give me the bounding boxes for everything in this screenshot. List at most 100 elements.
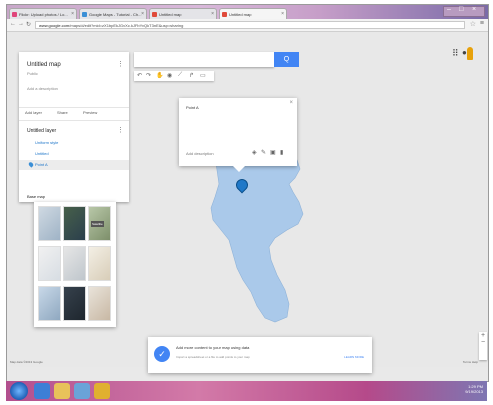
pegman-icon[interactable] — [467, 47, 473, 60]
address-bar: ← → ↻ www.google.com/maps/d/edit?mid=zX1… — [7, 19, 488, 32]
map-options-icon[interactable]: ⋮ — [117, 60, 124, 68]
map-attribution: Map data ©2013 Google — [10, 360, 43, 364]
undo-icon[interactable]: ↶ — [137, 72, 142, 79]
ie-icon[interactable] — [34, 383, 50, 399]
tab-strip: Flickr: Upload photos / Lo... × Google M… — [7, 5, 488, 19]
marker-tool-icon[interactable]: ◉ — [167, 72, 172, 79]
preview-button[interactable]: Preview — [83, 110, 97, 115]
tab-3-favicon — [152, 12, 157, 17]
feature-info-card: Point A × Add description ◈ ✎ ▣ ▮ — [179, 98, 297, 172]
tab-2-favicon — [82, 12, 87, 17]
tab-3-label: Untitled map — [159, 12, 182, 17]
layer-item-untitled[interactable]: Untitled — [19, 149, 129, 159]
forward-icon[interactable]: → — [18, 21, 24, 27]
media-icon[interactable] — [74, 383, 90, 399]
style-icon[interactable]: ◈ — [252, 149, 257, 156]
chrome-icon[interactable] — [94, 383, 110, 399]
browser-menu-icon[interactable]: ≡ — [480, 20, 484, 27]
close-window-icon[interactable]: × — [472, 6, 476, 13]
tab-3-close-icon[interactable]: × — [211, 9, 214, 19]
reload-icon[interactable]: ↻ — [26, 21, 31, 28]
hand-icon[interactable]: ✋ — [156, 72, 163, 79]
tab-4-favicon — [222, 12, 227, 17]
back-icon[interactable]: ← — [10, 21, 16, 27]
basemap-water[interactable] — [38, 286, 61, 321]
feature-description[interactable]: Add description — [186, 151, 214, 156]
pin-icon — [27, 161, 35, 168]
add-layer-button[interactable]: Add layer — [25, 110, 42, 115]
maximize-icon[interactable]: □ — [459, 6, 463, 13]
map-visibility: Public — [27, 71, 38, 76]
layer-style-link[interactable]: Uniform style — [19, 138, 129, 148]
tab-2[interactable]: Google Maps - Tutorial - Ch... × — [79, 8, 147, 19]
zoom-out-button[interactable]: − — [479, 339, 487, 346]
map-details-panel: Untitled map ⋮ Public Add a description … — [19, 52, 129, 202]
water-polygon — [210, 141, 304, 323]
start-button[interactable] — [10, 382, 28, 400]
map-canvas[interactable]: Untitled map ⋮ Public Add a description … — [7, 32, 488, 373]
notification-title: Add more content to your map using data — [176, 345, 250, 350]
search-button[interactable]: Q — [274, 52, 299, 67]
delete-icon[interactable]: ▮ — [280, 149, 283, 156]
basemap-simple[interactable] — [88, 246, 111, 281]
directions-icon[interactable]: ↱ — [189, 72, 194, 79]
tab-2-close-icon[interactable]: × — [141, 9, 144, 19]
layer-title[interactable]: Untitled layer — [27, 128, 56, 134]
window-controls: – □ × — [443, 6, 485, 17]
map-search-input[interactable] — [134, 52, 274, 67]
os-taskbar: 1:29 PM 9/19/2013 — [6, 381, 487, 401]
basemap-whitewater[interactable] — [88, 286, 111, 321]
drawing-toolbar: ↶ ↷ ✋ ◉ ⟋ ↱ ▭ — [134, 71, 214, 81]
explorer-icon[interactable] — [54, 383, 70, 399]
tab-4-close-icon[interactable]: × — [281, 9, 284, 19]
tab-3[interactable]: Untitled map × — [149, 8, 217, 19]
layer-item-label: Untitled — [35, 151, 49, 156]
search-icon: Q — [283, 56, 290, 63]
share-button[interactable]: Share — [57, 110, 68, 115]
edit-icon[interactable]: ✎ — [261, 149, 266, 156]
import-data-notification: ✓ Add more content to your map using dat… — [148, 337, 372, 373]
tab-1[interactable]: Flickr: Upload photos / Lo... × — [9, 8, 77, 19]
redo-icon[interactable]: ↷ — [146, 72, 151, 79]
basemap-label[interactable]: Base map — [27, 194, 45, 199]
system-tray[interactable]: 1:29 PM 9/19/2013 — [465, 384, 483, 394]
basemap-mono[interactable] — [63, 246, 86, 281]
layer-style-label: Uniform style — [35, 140, 59, 145]
basemap-light[interactable] — [38, 246, 61, 281]
ruler-icon[interactable]: ▭ — [200, 72, 206, 79]
basemap-satellite[interactable] — [63, 206, 86, 241]
basemap-terrain[interactable]: Satellite — [88, 206, 111, 241]
card-close-icon[interactable]: × — [289, 100, 293, 106]
basemap-thumb-label: Satellite — [91, 221, 104, 227]
apps-grid-icon[interactable]: ⠿ — [452, 48, 459, 59]
tab-2-label: Google Maps - Tutorial - Ch... — [89, 12, 142, 17]
url-path: /maps/d/edit?mid=zX1bpEkJGvXc.kJFbYvQkT3… — [69, 23, 184, 28]
basemap-picker: Satellite — [34, 202, 116, 327]
clock-date: 9/19/2013 — [465, 389, 483, 394]
zoom-in-button[interactable]: + — [479, 332, 487, 339]
map-description[interactable]: Add a description — [27, 86, 58, 91]
bookmark-star-icon[interactable]: ☆ — [470, 20, 476, 28]
camera-icon[interactable]: ▣ — [270, 149, 276, 156]
layer-item-point[interactable]: Point A — [19, 160, 129, 170]
panel-actions: Add layer Share Preview — [19, 107, 129, 121]
basemap-dark[interactable] — [63, 286, 86, 321]
map-title[interactable]: Untitled map — [27, 62, 61, 68]
map-footer: Map data ©2013 Google Terms Help — [7, 359, 488, 367]
tab-1-label: Flickr: Upload photos / Lo... — [19, 12, 68, 17]
tab-4[interactable]: Untitled map × — [219, 8, 287, 19]
minimize-icon[interactable]: – — [447, 6, 451, 13]
footer-links[interactable]: Terms Help — [463, 360, 478, 364]
tab-4-label: Untitled map — [229, 12, 252, 17]
line-tool-icon[interactable]: ⟋ — [178, 72, 182, 79]
tab-1-favicon — [12, 12, 17, 17]
tab-1-close-icon[interactable]: × — [71, 9, 74, 19]
browser-window: Flickr: Upload photos / Lo... × Google M… — [6, 4, 489, 382]
url-domain: www.google.com — [39, 23, 70, 28]
feature-title[interactable]: Point A — [186, 105, 199, 110]
url-input[interactable]: www.google.com/maps/d/edit?mid=zX1bpEkJG… — [35, 21, 465, 29]
zoom-control: + − — [479, 332, 487, 360]
layer-item-point-label: Point A — [35, 162, 48, 167]
layer-options-icon[interactable]: ⋮ — [117, 126, 124, 134]
basemap-map[interactable] — [38, 206, 61, 241]
